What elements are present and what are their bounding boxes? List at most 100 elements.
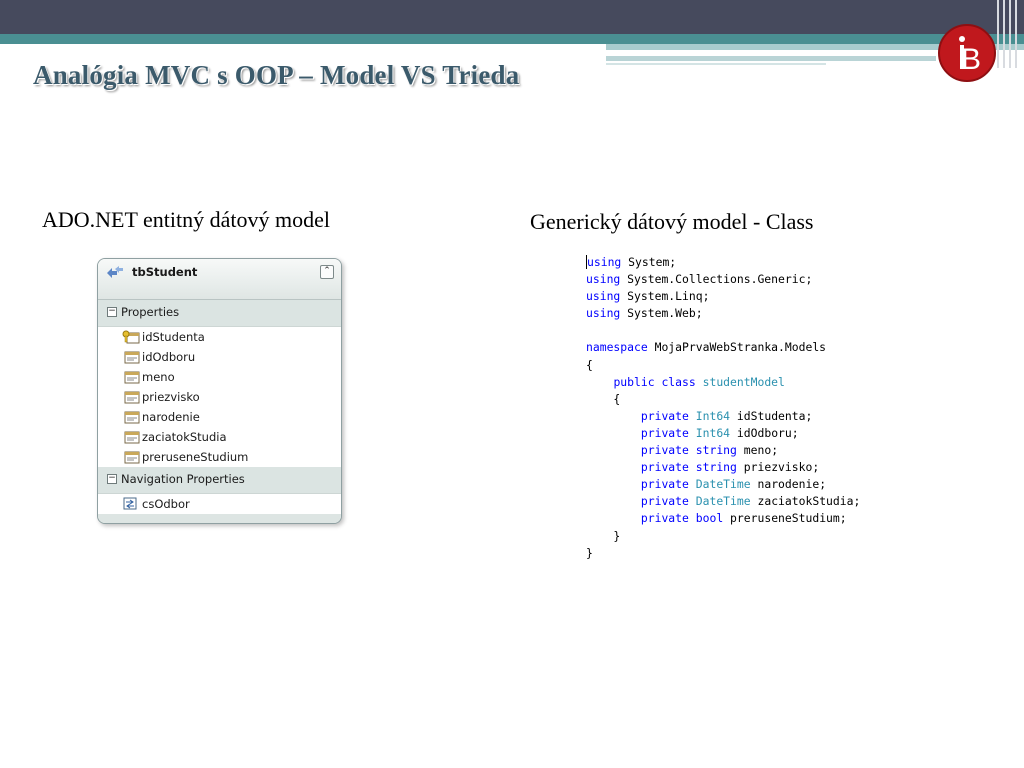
header-bar-dark — [0, 0, 1024, 34]
entity-type-icon — [107, 266, 123, 278]
code-text: meno; — [736, 443, 779, 458]
code-line: private Int64 idStudenta; — [586, 408, 906, 425]
navigation-property-icon — [122, 497, 140, 514]
code-text: MojaPrvaWebStranka.Models — [647, 340, 827, 355]
collapse-properties-icon[interactable]: − — [107, 307, 117, 317]
code-line: public class studentModel — [586, 374, 906, 391]
navigation-property-row[interactable]: csOdbor — [98, 494, 341, 514]
collapse-navigation-icon[interactable]: − — [107, 474, 117, 484]
entity-footer — [98, 514, 341, 523]
entity-property-row[interactable]: meno — [98, 367, 341, 387]
code-type: studentModel — [702, 374, 785, 389]
property-label: idStudenta — [142, 330, 205, 344]
code-type: DateTime — [695, 477, 751, 492]
entity-name: tbStudent — [132, 265, 198, 279]
property-icon — [122, 450, 140, 467]
code-line: using System.Web; — [586, 305, 906, 322]
code-line: using System; — [586, 254, 906, 271]
property-label: narodenie — [142, 410, 200, 424]
entity-property-row[interactable]: preruseneStudium — [98, 447, 341, 467]
code-line: private bool preruseneStudium; — [586, 510, 906, 527]
code-text: zaciatokStudia; — [750, 494, 861, 509]
code-text: idStudenta; — [730, 408, 813, 423]
caption-entity-model: ADO.NET entitný dátový model — [42, 207, 330, 232]
code-keyword: private — [640, 494, 689, 509]
property-label: csOdbor — [142, 497, 190, 511]
code-line: using System.Linq; — [586, 288, 906, 305]
slide-title: Analógia MVC s OOP – Model VS Trieda — [33, 60, 520, 90]
entity-property-row[interactable]: priezvisko — [98, 387, 341, 407]
code-keyword: private — [640, 511, 689, 526]
code-line: private string meno; — [586, 442, 906, 459]
property-icon — [122, 350, 140, 367]
code-line: } — [586, 545, 906, 562]
navigation-list: csOdbor — [98, 494, 341, 514]
code-listing: using System; using System.Collections.Ge… — [586, 254, 906, 564]
entity-property-row[interactable]: idOdboru — [98, 347, 341, 367]
code-text: System.Linq; — [620, 289, 710, 304]
logo-letter: B — [961, 43, 981, 76]
logo-badge: B — [938, 24, 996, 82]
code-line: private Int64 idOdboru; — [586, 425, 906, 442]
property-label: idOdboru — [142, 350, 196, 364]
code-text: priezvisko; — [736, 460, 820, 475]
code-keyword: using — [586, 306, 621, 321]
entity-shape[interactable]: tbStudent ⌃ − Properties idStudenta idOdb… — [97, 258, 342, 524]
code-line: private DateTime zaciatokStudia; — [586, 493, 906, 510]
code-text: System.Web; — [620, 306, 703, 321]
code-text: preruseneStudium; — [723, 511, 847, 526]
code-text: { — [586, 357, 593, 372]
code-keyword: private — [640, 443, 689, 458]
logo-icon: B — [959, 36, 981, 76]
code-keyword: using — [586, 255, 622, 269]
code-text: System.Collections.Generic; — [620, 272, 813, 287]
property-label: preruseneStudium — [142, 450, 249, 464]
properties-section-title: Properties — [121, 305, 180, 319]
entity-property-row[interactable]: zaciatokStudia — [98, 427, 341, 447]
code-text: idOdboru; — [730, 425, 799, 440]
properties-section: − Properties idStudenta idOdboru meno priez… — [98, 300, 341, 467]
code-keyword: using — [586, 272, 621, 287]
header-accent-line — [606, 56, 936, 61]
code-keyword: private — [640, 425, 689, 440]
entity-property-row[interactable]: narodenie — [98, 407, 341, 427]
code-line: private string priezvisko; — [586, 459, 906, 476]
edge-stripes — [993, 0, 1024, 68]
code-keyword: class — [661, 374, 696, 389]
code-line: using System.Collections.Generic; — [586, 271, 906, 288]
code-text: } — [586, 528, 621, 543]
code-text: System; — [621, 255, 677, 269]
code-keyword: string — [695, 460, 737, 475]
header-bar-teal — [0, 34, 1024, 44]
code-line: private DateTime narodenie; — [586, 476, 906, 493]
properties-section-header[interactable]: − Properties — [98, 300, 341, 327]
code-line: namespace MojaPrvaWebStranka.Models — [586, 339, 906, 356]
code-keyword: using — [586, 289, 621, 304]
navigation-section-header[interactable]: − Navigation Properties — [98, 467, 341, 494]
code-keyword: namespace — [586, 340, 648, 355]
entity-header[interactable]: tbStudent ⌃ — [98, 259, 341, 300]
code-text: } — [586, 545, 593, 560]
property-label: priezvisko — [142, 390, 200, 404]
code-keyword: public — [613, 374, 655, 389]
entity-property-row[interactable]: idStudenta — [98, 327, 341, 347]
collapse-entity-button[interactable]: ⌃ — [320, 265, 334, 279]
caption-class-model: Generický dátový model - Class — [530, 209, 814, 234]
code-keyword: bool — [695, 511, 724, 526]
